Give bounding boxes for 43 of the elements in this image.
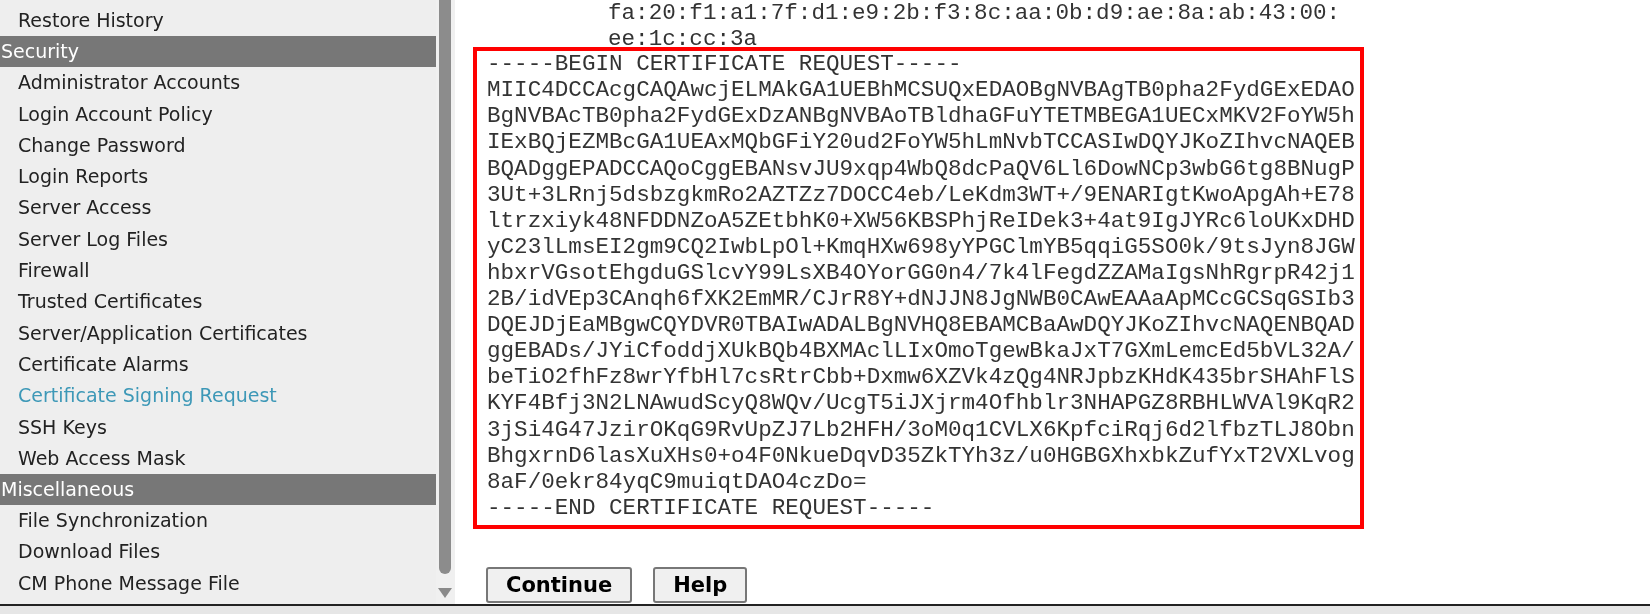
sidebar-link[interactable]: Server Access — [0, 192, 152, 224]
csr-text-line: hbxrVGsotEhgduGSlcvY99LsXB4OYorGG0n4/7k4lFegdZZAMaIgsNhRgrpR42j1 — [487, 259, 1355, 287]
csr-text-line: KYF4Bfj3N2LNAwudScyQ8WQv/UcgT5iJXjrm4Ofhblr3NHAPGZ8RBHLWVAl9KqR2 — [487, 390, 1355, 417]
section-header: Miscellaneous — [0, 474, 436, 506]
sidebar-link[interactable]: SSH Keys — [0, 411, 107, 443]
sidebar-link[interactable]: Login Reports — [0, 161, 149, 193]
sidebar-link[interactable]: Download Files — [0, 536, 161, 568]
csr-text-line: yC23lLmsEI2gm9CQ2IwbLpOl+KmqHXw698yYPGClmYB5qqiG5SO0k/9tsJyn8JGW — [487, 233, 1355, 260]
csr-text-line: MIIC4DCCAcgCAQAwcjELMAkGA1UEBhMCSUQxEDAOBgNVBAgTB0pha2FydGExEDAO — [487, 77, 1355, 104]
csr-text-line: 3jSi4G47JzirOKqG9RvUpZJ7Lb2HFH/3oM0q1CVLX6KpfciRqj6d2lfbzTLJ8Obn — [487, 416, 1355, 443]
fingerprint-line: ee:1c:cc:3a — [608, 26, 758, 53]
fingerprint-line: fa:20:f1:a1:7f:d1:e9:2b:f3:8c:aa:0b:d9:ae:8a:ab:43:00: — [608, 0, 1341, 27]
sidebar-link[interactable]: Login Account Policy — [0, 98, 213, 130]
sidebar-link[interactable]: Server/Application Certificates — [0, 317, 308, 349]
scrollbar-thumb[interactable] — [439, 0, 451, 574]
csr-text-line: 8aF/0ekr84yqC9muiqtDAO4czDo= — [487, 468, 867, 495]
sidebar-link[interactable]: Firewall — [0, 255, 90, 287]
sidebar-link[interactable]: Trusted Certificates — [0, 286, 203, 318]
scrollbar[interactable] — [436, 0, 455, 604]
sidebar-link[interactable]: Web Access Mask — [0, 442, 186, 475]
sidebar-link[interactable]: CM Phone Message File — [0, 567, 240, 600]
sidebar-link[interactable]: Change Password — [0, 129, 186, 162]
csr-text-line: -----BEGIN CERTIFICATE REQUEST----- — [487, 51, 962, 78]
sidebar-link[interactable]: Server Log Files — [0, 223, 168, 256]
csr-text-line: BhgxrnD6lasXuXHs0+o4F0NkueDqvD35ZkTYh3z/u0HGBGXhxbkZufYxT2VXLvog — [487, 442, 1355, 469]
help-button[interactable]: Help — [653, 566, 748, 603]
csr-text-line: BgNVBAcTB0pha2FydGExDzANBgNVBAoTBldhaGFuYTETMBEGA1UECxMKV2FoYW5h — [487, 103, 1355, 130]
continue-button[interactable]: Continue — [486, 566, 633, 603]
csr-text-line: 2B/idVEp3CAnqh6fXK2EmMR/CJrR8Y+dNJJN8JgNWB0CAwEAAaApMCcGCSqGSIb3 — [487, 286, 1355, 313]
csr-text-line: ltrzxiyk48NFDDNZoA5ZEtbhK0+XW56KBSPhjReIDek3+4at9IgJYRc6loUKxDHD — [487, 207, 1355, 234]
csr-text-line: 3Ut+3LRnj5dsbzgkmRo2AZTZz7DOCC4eb/LeKdm3WT+/9ENARIgtKwoApgAh+E78 — [487, 181, 1355, 208]
section-header: Security — [0, 36, 436, 68]
csr-text-line: DQEJDjEaMBgwCQYDVR0TBAIwADALBgNVHQ8EBAMCBaAwDQYJKoZIhvcNAQENBQAD — [487, 312, 1355, 339]
csr-text-line: IExBQjEZMBcGA1UEAxMQbGFiY20ud2FoYW5hLmNvbTCCASIwDQYJKoZIhvcNAQEB — [487, 129, 1355, 156]
csr-text-line: -----END CERTIFICATE REQUEST----- — [487, 494, 935, 521]
sidebar-link[interactable]: Restore History — [0, 5, 164, 37]
csr-text-line: BQADggEPADCCAQoCggEBANsvJU9xqp4WbQ8dcPaQV6Ll6DowNCp3wbG6tg8BNugP — [487, 155, 1355, 182]
sidebar-link[interactable]: File Synchronization — [0, 505, 209, 537]
csr-text-line: beTiO2fhFz8wrYfbHl7csRtrCbb+Dxmw6XZVk4zQg4NRJpbzKHdK435brSHAhFlS — [487, 364, 1355, 391]
sidebar-link[interactable]: Administrator Accounts — [0, 67, 241, 99]
csr-text-line: ggEBADs/JYiCfoddjXUkBQb4BXMAclLIxOmoTgewBkaJxT7GXmLemcEd5bVL32A/ — [487, 338, 1355, 365]
scroll-down-arrow-icon[interactable] — [438, 588, 452, 598]
sidebar-link[interactable]: Certificate Alarms — [0, 348, 189, 381]
